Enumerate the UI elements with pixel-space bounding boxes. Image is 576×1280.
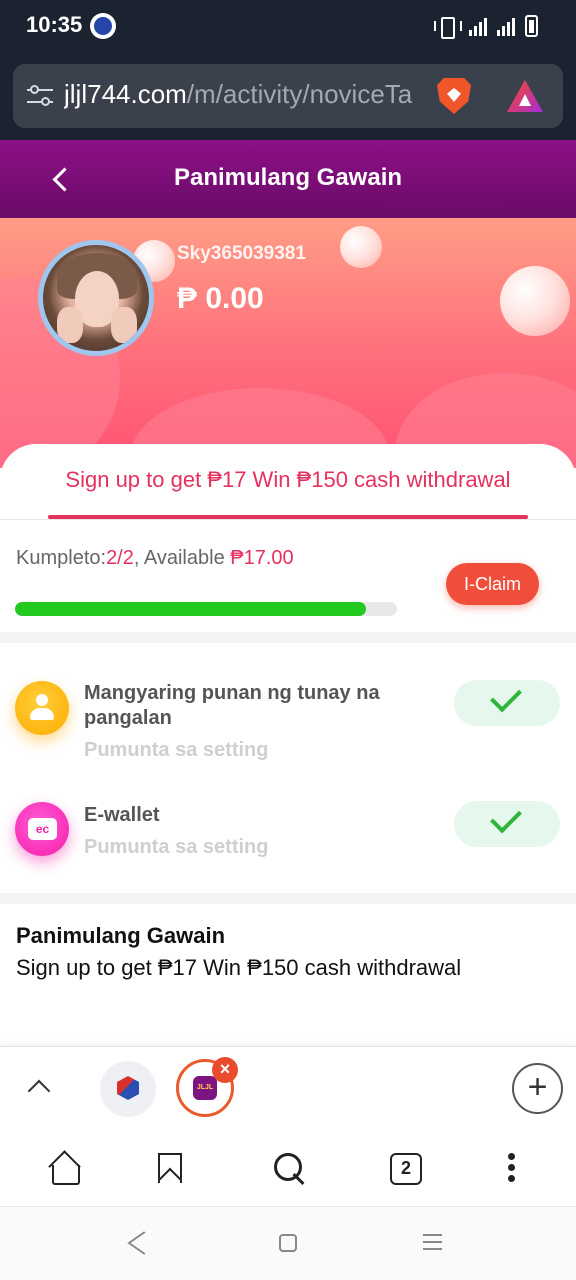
section-gap	[0, 632, 576, 643]
progress-label: Kumpleto:	[16, 547, 107, 569]
status-bar: 10:35	[0, 0, 576, 52]
tab-thumbnail[interactable]	[100, 1061, 156, 1117]
progress-text: Kumpleto:2/2, Available ₱17.00	[16, 547, 294, 570]
system-recents-icon[interactable]	[423, 1234, 442, 1250]
tab-signup-bonus[interactable]: Sign up to get ₱17 Win ₱150 cash withdra…	[0, 467, 576, 493]
task-subtitle[interactable]: Pumunta sa setting	[84, 739, 268, 762]
brave-shields-icon[interactable]	[437, 78, 471, 114]
progress-count: 2/2	[106, 547, 134, 569]
vibrate-icon	[433, 15, 462, 39]
task-tab-bar: Sign up to get ₱17 Win ₱150 cash withdra…	[0, 444, 576, 520]
available-label: , Available	[133, 547, 231, 569]
bookmark-icon[interactable]	[158, 1153, 182, 1183]
battery-icon	[525, 15, 538, 37]
task-description: Panimulang Gawain Sign up to get ₱17 Win…	[0, 904, 576, 1038]
claim-button[interactable]: I-Claim	[446, 563, 539, 605]
balance: ₱ 0.00	[177, 282, 264, 315]
check-icon	[490, 680, 522, 713]
site-settings-icon[interactable]	[27, 84, 53, 108]
task-title: E-wallet	[84, 804, 160, 826]
username: Sky365039381	[177, 243, 306, 264]
description-body: Sign up to get ₱17 Win ₱150 cash withdra…	[16, 955, 462, 980]
system-home-icon[interactable]	[279, 1234, 297, 1252]
progress-bar	[15, 602, 397, 616]
task-complete-badge	[454, 680, 560, 726]
available-amount: ₱17.00	[230, 547, 294, 569]
system-nav-bar	[0, 1206, 576, 1280]
url-bar[interactable]: jljl744.com/m/activity/noviceTa	[13, 64, 563, 128]
browser-bottom-bar: JLJL × + 2	[0, 1046, 576, 1206]
task-title: Mangyaring punan ng tunay na pangalan	[84, 681, 380, 731]
system-back-icon[interactable]	[127, 1231, 161, 1255]
avatar	[38, 240, 154, 356]
search-icon[interactable]	[272, 1151, 306, 1185]
home-icon[interactable]	[48, 1153, 80, 1185]
task-title-line: pangalan	[84, 707, 172, 729]
status-time: 10:35	[26, 12, 83, 37]
url-text[interactable]: jljl744.com/m/activity/noviceTa	[64, 79, 420, 110]
section-gap	[0, 893, 576, 904]
check-icon	[490, 801, 522, 834]
user-icon	[15, 681, 69, 735]
page-title: Panimulang Gawain	[173, 164, 403, 191]
description-title: Panimulang Gawain	[16, 923, 226, 948]
ewallet-icon: ec	[15, 802, 69, 856]
close-tab-icon[interactable]: ×	[212, 1057, 238, 1083]
more-menu-icon[interactable]	[508, 1153, 516, 1183]
task-complete-badge	[454, 801, 560, 847]
signal-4g-icon	[497, 16, 515, 36]
task-title-line: Mangyaring punan ng tunay na	[84, 682, 380, 704]
signal-icon	[469, 16, 487, 36]
progress-section: Kumpleto:2/2, Available ₱17.00 I-Claim	[0, 530, 576, 632]
status-indicators	[433, 14, 538, 39]
app-header: Panimulang Gawain	[0, 140, 576, 218]
task-subtitle[interactable]: Pumunta sa setting	[84, 836, 268, 859]
divider	[0, 519, 576, 520]
app-notification-icon	[90, 13, 116, 39]
browser-nav-row: 2	[0, 1139, 576, 1199]
profile-banner: Sky365039381 ₱ 0.00	[0, 218, 576, 468]
url-path: /m/activity/noviceTa	[186, 79, 413, 109]
url-host: jljl744.com	[64, 79, 187, 109]
browser-toolbar: jljl744.com/m/activity/noviceTa	[0, 52, 576, 140]
chevron-up-icon[interactable]	[24, 1071, 54, 1101]
task-list: Mangyaring punan ng tunay na pangalan Pu…	[0, 643, 576, 893]
decor-bubble	[340, 226, 382, 268]
decor-bubble	[500, 266, 570, 336]
brave-rewards-icon[interactable]	[507, 80, 543, 112]
new-tab-button[interactable]: +	[512, 1063, 563, 1114]
tabs-count-button[interactable]: 2	[390, 1153, 422, 1185]
progress-bar-fill	[15, 602, 367, 616]
